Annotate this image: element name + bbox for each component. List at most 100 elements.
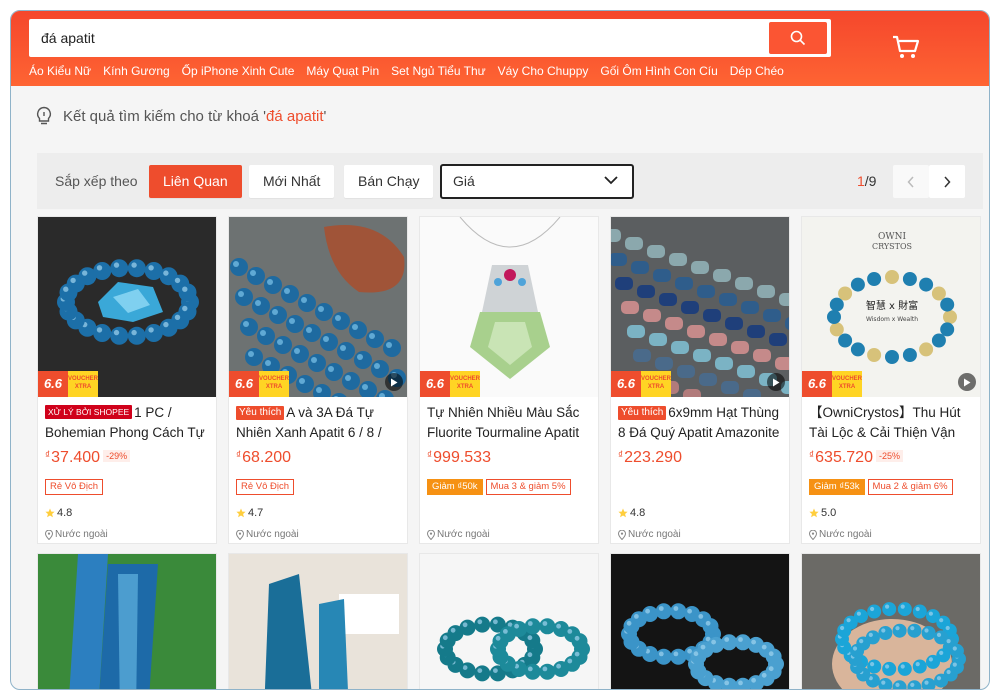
product-title[interactable]: XỬ LÝ BỞI SHOPEE 1 PC / Bohemian Phong Cá… bbox=[45, 403, 211, 443]
promo-chip: Mua 3 & giảm 5% bbox=[485, 479, 571, 495]
sort-relevance-button[interactable]: Liên Quan bbox=[149, 165, 242, 198]
product-card[interactable]: 6.6 VOUCHER XTRA XỬ LÝ BỞI SHOPEE 1 PC / Boh… bbox=[37, 216, 217, 544]
product-title-text: 【OwniCrystos】Thu Hút Tài Lộc & Cải Thiện… bbox=[809, 405, 961, 440]
search-button[interactable] bbox=[769, 22, 827, 54]
product-title[interactable]: Tự Nhiên Nhiều Màu Sắc Fluorite Tourmali… bbox=[427, 403, 593, 443]
result-note-text: Kết quả tìm kiếm cho từ khoá 'đá apatit' bbox=[63, 107, 327, 125]
star-icon bbox=[45, 508, 55, 518]
location-pin-icon bbox=[809, 529, 817, 540]
product-card[interactable] bbox=[228, 553, 408, 689]
product-card[interactable] bbox=[419, 553, 599, 689]
product-price: ₫37.400 -29% bbox=[45, 449, 131, 467]
suggestion-link[interactable]: Ốp iPhone Xinh Cute bbox=[182, 64, 295, 78]
star-icon bbox=[618, 508, 628, 518]
price-sort-select[interactable]: Giá bbox=[440, 164, 634, 199]
sort-newest-button[interactable]: Mới Nhất bbox=[249, 165, 335, 198]
product-image[interactable]: 6.6 VOUCHER XTRA bbox=[38, 217, 216, 397]
product-image[interactable]: OWNI CRYSTOS 智慧 x 財富 Wisdom x Wealth 6.6 VOUC… bbox=[802, 217, 980, 397]
promo-chip: Mua 2 & giảm 6% bbox=[867, 479, 953, 495]
product-rating: 5.0 bbox=[809, 507, 836, 519]
browser-frame: Áo Kiểu Nữ Kính Gương Ốp iPhone Xinh Cut… bbox=[10, 10, 990, 690]
search-box[interactable] bbox=[29, 19, 831, 57]
product-image[interactable] bbox=[611, 554, 789, 689]
promo-chips: Giảm ₫50k Mua 3 & giảm 5% bbox=[427, 479, 571, 495]
product-card[interactable]: 6.6 VOUCHER XTRA Yêu thích A và 3A Đá Tự Nhi… bbox=[228, 216, 408, 544]
location-pin-icon bbox=[618, 529, 626, 540]
search-input[interactable] bbox=[41, 19, 741, 57]
cart-icon[interactable] bbox=[891, 33, 921, 61]
suggestion-link[interactable]: Váy Cho Chuppy bbox=[498, 64, 589, 78]
sale-6-6-badge: 6.6 bbox=[420, 371, 450, 397]
result-keyword: đá apatit bbox=[266, 107, 324, 125]
product-card[interactable]: 6.6 VOUCHER XTRA Yêu thích 6x9mm Hạt Thùng 8… bbox=[610, 216, 790, 544]
header-bar: Áo Kiểu Nữ Kính Gương Ốp iPhone Xinh Cut… bbox=[11, 11, 989, 86]
voucher-xtra-badge: 6.6 VOUCHER XTRA bbox=[802, 371, 862, 397]
product-price: ₫68.200 bbox=[236, 449, 292, 466]
product-image[interactable] bbox=[420, 554, 598, 689]
voucher-badge: VOUCHER XTRA bbox=[68, 371, 98, 397]
sort-bar: Sắp xếp theo Liên Quan Mới Nhất Bán Chạy… bbox=[37, 153, 983, 209]
product-price: ₫635.720 -25% bbox=[809, 449, 903, 467]
product-image[interactable]: 6.6 VOUCHER XTRA bbox=[229, 217, 407, 397]
svg-text:OWNI: OWNI bbox=[878, 232, 907, 242]
product-image[interactable] bbox=[802, 554, 980, 689]
voucher-badge: VOUCHER XTRA bbox=[641, 371, 671, 397]
product-rating: 4.8 bbox=[618, 507, 645, 519]
suggestion-link[interactable]: Gối Ôm Hình Con Cíu bbox=[600, 64, 717, 78]
svg-text:Wisdom x Wealth: Wisdom x Wealth bbox=[866, 316, 918, 323]
product-card[interactable] bbox=[610, 553, 790, 689]
voucher-badge: VOUCHER XTRA bbox=[832, 371, 862, 397]
svg-text:智慧 x 財富: 智慧 x 財富 bbox=[866, 299, 918, 312]
voucher-xtra-badge: 6.6 VOUCHER XTRA bbox=[611, 371, 671, 397]
product-image[interactable] bbox=[229, 554, 407, 689]
suggestion-link[interactable]: Set Ngủ Tiểu Thư bbox=[391, 64, 486, 78]
video-play-icon bbox=[767, 373, 785, 391]
prev-page-button[interactable] bbox=[893, 165, 929, 198]
video-play-icon bbox=[385, 373, 403, 391]
product-image[interactable]: 6.6 VOUCHER XTRA bbox=[420, 217, 598, 397]
sale-6-6-badge: 6.6 bbox=[611, 371, 641, 397]
search-suggestions: Áo Kiểu Nữ Kính Gương Ốp iPhone Xinh Cut… bbox=[29, 64, 784, 78]
discount-badge: -25% bbox=[875, 450, 903, 462]
voucher-xtra-badge: 6.6 VOUCHER XTRA bbox=[38, 371, 98, 397]
suggestion-link[interactable]: Dép Chéo bbox=[730, 64, 784, 78]
product-title[interactable]: Yêu thích 6x9mm Hạt Thùng 8 Đá Quý Apatit… bbox=[618, 403, 784, 443]
search-result-note: Kết quả tìm kiếm cho từ khoá 'đá apatit' bbox=[35, 106, 326, 126]
product-rating: 4.7 bbox=[236, 507, 263, 519]
sort-bestselling-button[interactable]: Bán Chạy bbox=[344, 165, 434, 198]
next-page-button[interactable] bbox=[929, 165, 965, 198]
product-title[interactable]: 【OwniCrystos】Thu Hút Tài Lộc & Cải Thiện… bbox=[809, 403, 975, 443]
product-label-badge: Yêu thích bbox=[618, 406, 667, 420]
product-title-text: Tự Nhiên Nhiều Màu Sắc Fluorite Tourmali… bbox=[427, 405, 580, 440]
voucher-badge: VOUCHER XTRA bbox=[259, 371, 289, 397]
product-location: Nước ngoài bbox=[427, 529, 490, 540]
suggestion-link[interactable]: Kính Gương bbox=[103, 64, 170, 78]
suggestion-link[interactable]: Máy Quạt Pin bbox=[306, 64, 379, 78]
product-location: Nước ngoài bbox=[618, 529, 681, 540]
product-card[interactable] bbox=[37, 553, 217, 689]
suggestion-link[interactable]: Áo Kiểu Nữ bbox=[29, 64, 91, 78]
product-label-badge: XỬ LÝ BỞI SHOPEE bbox=[45, 405, 133, 419]
product-card[interactable] bbox=[801, 553, 981, 689]
page-indicator: 1/9 bbox=[857, 173, 877, 189]
star-icon bbox=[809, 508, 819, 518]
voucher-xtra-badge: 6.6 VOUCHER XTRA bbox=[229, 371, 289, 397]
sale-6-6-badge: 6.6 bbox=[229, 371, 259, 397]
product-price: ₫999.533 bbox=[427, 449, 491, 466]
sale-6-6-badge: 6.6 bbox=[38, 371, 68, 397]
video-play-icon bbox=[958, 373, 976, 391]
sale-6-6-badge: 6.6 bbox=[802, 371, 832, 397]
search-icon bbox=[790, 30, 806, 46]
product-card[interactable]: OWNI CRYSTOS 智慧 x 財富 Wisdom x Wealth 6.6 VOUC… bbox=[801, 216, 981, 544]
product-card[interactable]: 6.6 VOUCHER XTRA Tự Nhiên Nhiều Màu Sắc Flu… bbox=[419, 216, 599, 544]
star-icon bbox=[236, 508, 246, 518]
promo-chip: Rẻ Vô Địch bbox=[236, 479, 295, 495]
product-image[interactable] bbox=[38, 554, 216, 689]
voucher-badge: VOUCHER XTRA bbox=[450, 371, 480, 397]
product-title[interactable]: Yêu thích A và 3A Đá Tự Nhiên Xanh Apatit… bbox=[236, 403, 402, 443]
location-pin-icon bbox=[427, 529, 435, 540]
promo-chips: Giảm ₫53k Mua 2 & giảm 6% bbox=[809, 479, 953, 495]
product-image[interactable]: 6.6 VOUCHER XTRA bbox=[611, 217, 789, 397]
svg-text:CRYSTOS: CRYSTOS bbox=[872, 242, 912, 251]
voucher-xtra-badge: 6.6 VOUCHER XTRA bbox=[420, 371, 480, 397]
